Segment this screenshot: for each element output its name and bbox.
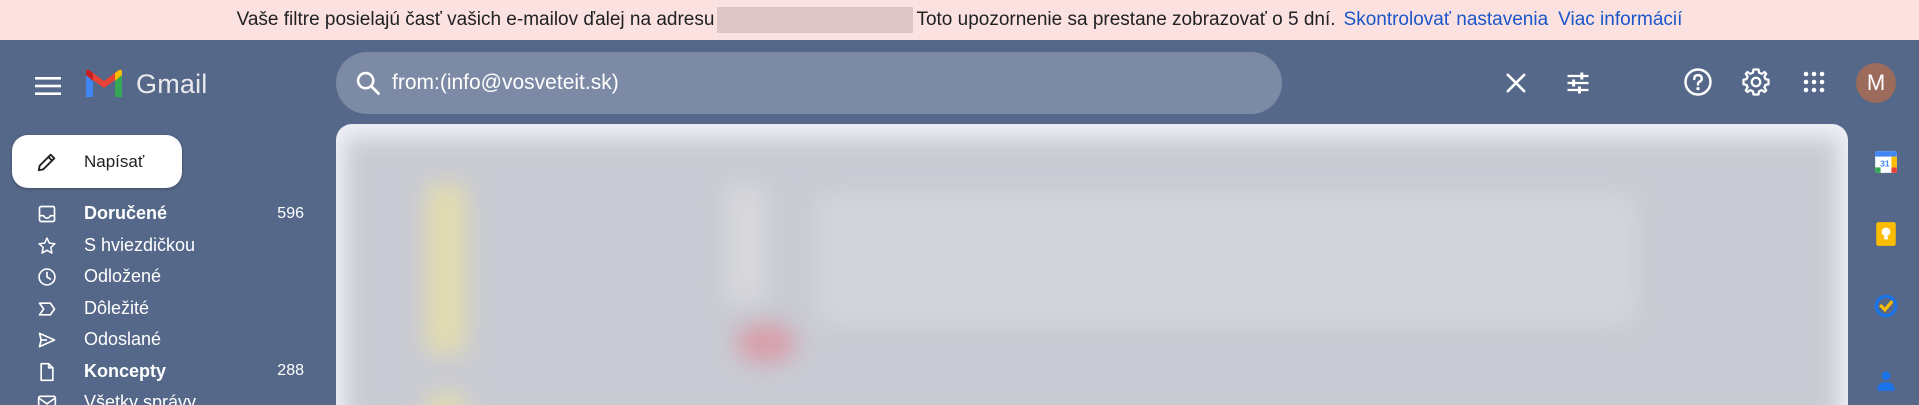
- apps-grid-icon: [1803, 71, 1825, 93]
- gear-icon: [1742, 68, 1770, 96]
- sidebar-item-label: Odložené: [84, 266, 162, 287]
- review-settings-link[interactable]: Skontrolovať nastavenia: [1344, 9, 1549, 31]
- account-avatar[interactable]: M: [1856, 63, 1896, 103]
- tasks-app-button[interactable]: [1872, 292, 1900, 320]
- settings-button[interactable]: [1736, 62, 1776, 102]
- gmail-logo[interactable]: Gmail: [84, 67, 208, 101]
- search-bar[interactable]: [336, 52, 1589, 114]
- star-icon: [38, 236, 56, 254]
- search-icon[interactable]: [354, 69, 382, 97]
- sidebar-item-inbox[interactable]: Doručené 596: [0, 198, 320, 230]
- main-menu-button[interactable]: [28, 66, 68, 106]
- sidebar-item-label: Koncepty: [84, 360, 167, 381]
- contacts-icon: [1877, 371, 1895, 391]
- sidebar-item-label: Všetky správy: [84, 392, 197, 405]
- top-header: Gmail from:(info@vosveteit.sk) M: [0, 40, 1919, 124]
- sidebar-item-drafts[interactable]: Koncepty 288: [0, 356, 320, 388]
- search-options-icon[interactable]: [1564, 69, 1592, 97]
- sidebar-item-label: Dôležité: [84, 297, 150, 318]
- app-name: Gmail: [136, 68, 208, 99]
- banner-text-before: Vaše filtre posielajú časť vašich e-mail…: [236, 9, 715, 30]
- gmail-m-icon: [86, 69, 122, 97]
- send-icon: [38, 332, 56, 348]
- sidebar-nav: Doručené 596 S hviezdičkou Odložené Dôle…: [0, 198, 320, 405]
- clear-search-icon[interactable]: [1502, 69, 1530, 97]
- search-input[interactable]: [392, 66, 1152, 100]
- redacted-email: [717, 7, 914, 33]
- blurred-block: [816, 194, 1636, 324]
- sidebar-item-snoozed[interactable]: Odložené: [0, 261, 320, 293]
- blurred-block: [726, 184, 766, 304]
- calendar-app-button[interactable]: 31: [1872, 148, 1900, 176]
- pencil-icon: [37, 153, 56, 171]
- unread-count: 596: [277, 204, 304, 222]
- blurred-block: [426, 394, 466, 405]
- draft-count: 288: [277, 362, 304, 380]
- forwarding-warning-banner: Vaše filtre posielajú časť vašich e-mail…: [0, 0, 1919, 40]
- banner-text-after: Toto upozornenie sa prestane zobrazovať …: [916, 9, 1336, 30]
- sidebar-item-starred[interactable]: S hviezdičkou: [0, 230, 320, 262]
- message-list-panel[interactable]: [336, 124, 1848, 405]
- sidebar-item-all-mail[interactable]: Všetky správy: [0, 387, 320, 405]
- mail-icon: [37, 395, 57, 405]
- learn-more-link[interactable]: Viac informácií: [1558, 9, 1682, 31]
- draft-icon: [40, 362, 54, 381]
- inbox-icon: [38, 205, 56, 223]
- keep-app-button[interactable]: [1872, 220, 1900, 248]
- sidebar-item-important[interactable]: Dôležité: [0, 293, 320, 325]
- compose-button[interactable]: Napísať: [12, 135, 182, 188]
- hamburger-menu-icon: [35, 77, 61, 95]
- sidebar-item-label: Odoslané: [84, 329, 162, 350]
- lightbulb-icon: [1876, 222, 1896, 246]
- clock-icon: [38, 268, 56, 286]
- tasks-icon: [1874, 294, 1898, 318]
- important-icon: [38, 301, 56, 316]
- sidebar-item-sent[interactable]: Odoslané: [0, 324, 320, 356]
- svg-text:31: 31: [1880, 158, 1890, 168]
- sidebar-item-label: Doručené: [84, 203, 168, 224]
- apps-button[interactable]: [1794, 62, 1834, 102]
- compose-label: Napísať: [84, 151, 145, 171]
- avatar-letter: M: [1866, 70, 1886, 95]
- contacts-app-button[interactable]: [1872, 366, 1900, 394]
- blurred-block: [426, 184, 466, 354]
- calendar-icon: 31: [1875, 151, 1897, 173]
- help-icon: [1684, 68, 1712, 96]
- help-button[interactable]: [1678, 62, 1718, 102]
- sidebar-item-label: S hviezdičkou: [84, 234, 196, 255]
- blurred-block: [736, 324, 796, 362]
